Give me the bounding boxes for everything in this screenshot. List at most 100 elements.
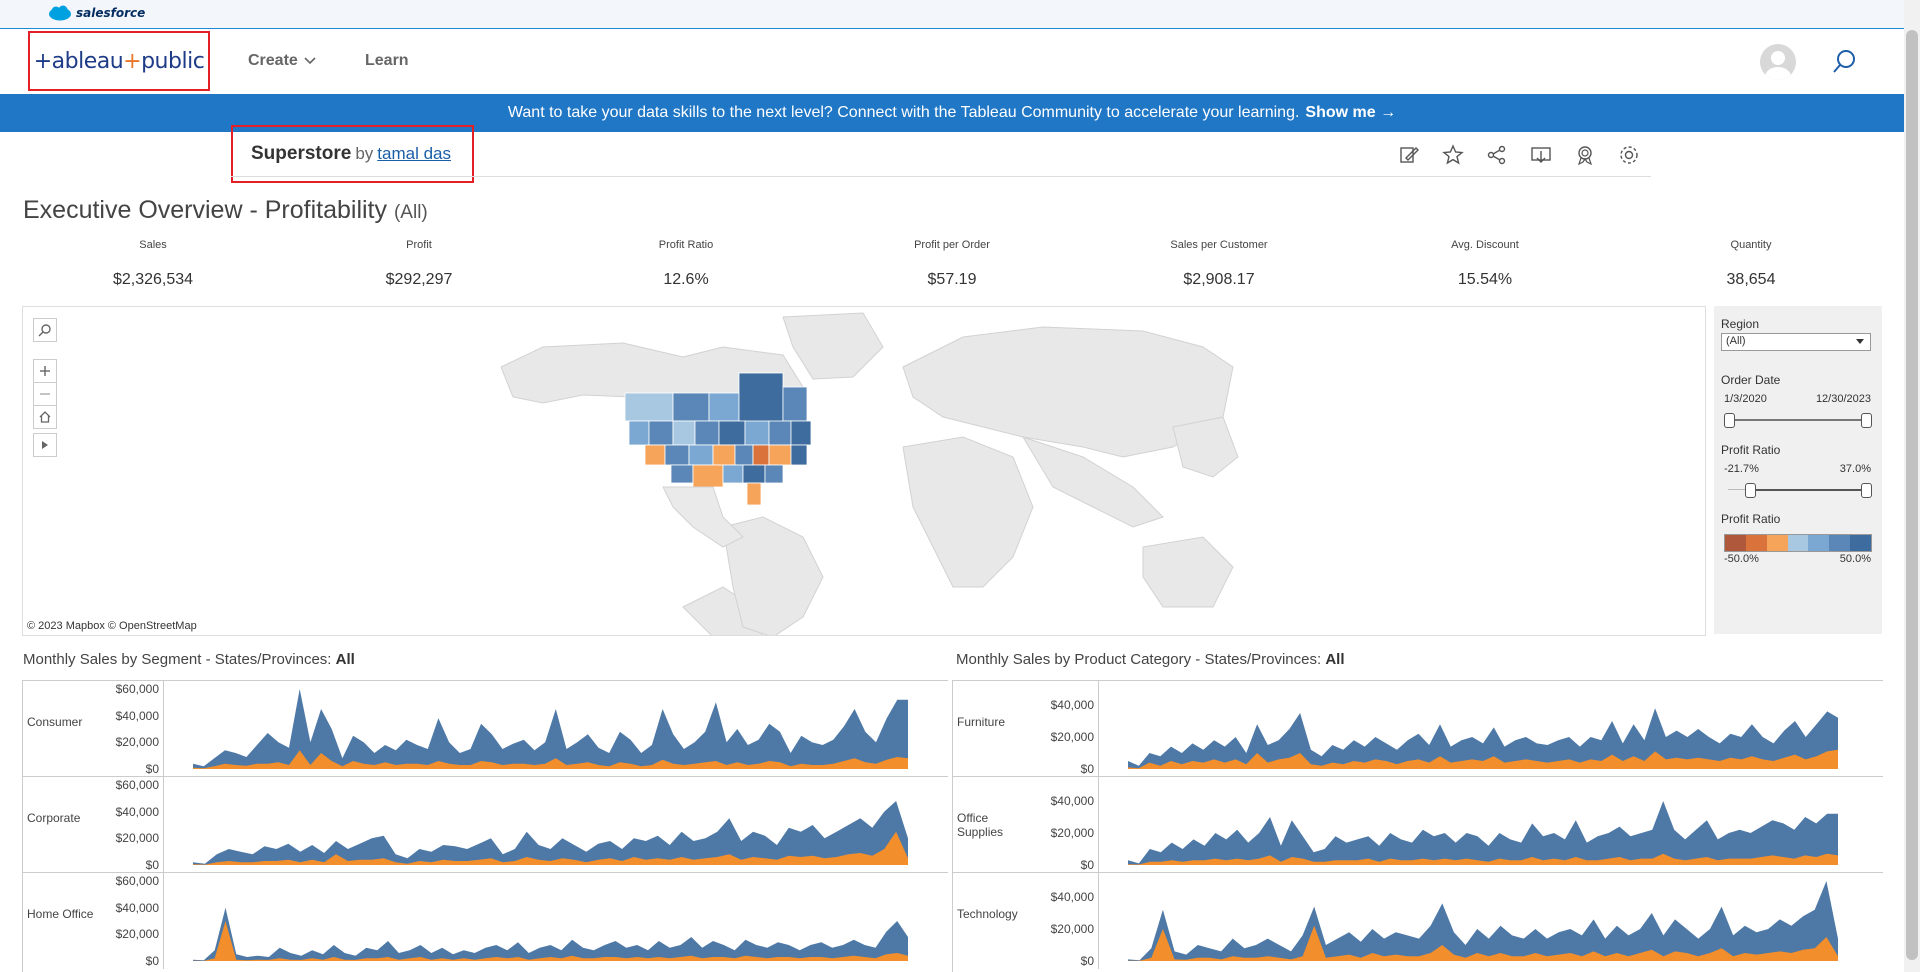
title-divider: [231, 176, 1651, 177]
region-select[interactable]: (All): [1721, 333, 1871, 351]
gear-icon[interactable]: [1618, 144, 1640, 166]
kpi-label: Profit per Order: [914, 239, 990, 251]
region-filter-label: Region: [1721, 317, 1760, 331]
profit-ratio-max-handle[interactable]: [1861, 483, 1872, 498]
area-chart-svg: [1128, 881, 1838, 961]
right-chart-title: Monthly Sales by Product Category - Stat…: [956, 651, 1345, 668]
order-date-slider-track[interactable]: [1728, 419, 1867, 421]
logo-text-1: +ableau: [33, 48, 124, 74]
y-tick-label: $40,000: [115, 708, 159, 723]
y-tick-label: $20,000: [1050, 730, 1094, 744]
chevron-down-icon: [304, 57, 316, 65]
viz-name: Superstore: [251, 143, 352, 164]
y-tick-label: $20,000: [1050, 826, 1094, 840]
chart-row-label: Corporate: [27, 811, 81, 825]
zoom-out-button[interactable]: [33, 382, 57, 406]
search-icon: [38, 324, 51, 337]
chart-panel: Technology $40,000 $20,000 $0: [953, 872, 1883, 969]
right-chart-title-text: Monthly Sales by Product Category - Stat…: [956, 651, 1322, 668]
y-tick-label: $60,000: [115, 874, 159, 888]
profit-ratio-slider-track[interactable]: [1750, 489, 1867, 491]
edit-icon[interactable]: [1398, 144, 1420, 166]
y-tick-label: $60,000: [115, 778, 159, 792]
world-map-graphic: [500, 312, 1239, 635]
y-tick-label: $60,000: [115, 682, 159, 696]
map-expand-button[interactable]: [33, 433, 57, 457]
share-icon[interactable]: [1486, 144, 1508, 166]
kpi-value: 38,654: [1726, 271, 1776, 288]
kpi-value: 15.54%: [1457, 271, 1513, 288]
salesforce-logo[interactable]: salesforce: [48, 5, 145, 21]
y-tick-label: $0: [145, 954, 159, 968]
right-chart-title-value: All: [1325, 651, 1345, 668]
profit-ratio-min-handle[interactable]: [1745, 483, 1756, 498]
sales-area[interactable]: [1128, 881, 1838, 961]
scrollbar-thumb[interactable]: [1906, 30, 1918, 960]
legend-max: 50.0%: [1839, 553, 1871, 565]
segment-sales-chart[interactable]: Consumer $60,000 $40,000 $20,000 $0 Corporate…: [22, 680, 948, 972]
profit-ratio-color-legend: [1724, 534, 1872, 552]
logo-text-2: public: [141, 48, 205, 74]
home-icon: [39, 411, 51, 423]
kpi-value: 12.6%: [663, 271, 709, 288]
logo-plus: +: [123, 48, 142, 74]
sales-area[interactable]: [1128, 801, 1838, 865]
zoom-in-button[interactable]: [33, 359, 57, 383]
y-tick-label: $20,000: [115, 927, 159, 942]
legend-swatch: [1745, 535, 1767, 551]
legend-swatch: [1850, 535, 1872, 551]
sales-area[interactable]: [193, 801, 908, 865]
salesforce-text: salesforce: [76, 6, 146, 20]
dropdown-arrow-icon: [1856, 339, 1864, 344]
legend-swatch: [1766, 535, 1788, 551]
avatar[interactable]: [1760, 44, 1796, 80]
banner-text: Want to take your data skills to the nex…: [507, 104, 1300, 121]
download-icon[interactable]: [1530, 144, 1552, 166]
y-tick-label: $40,000: [1050, 794, 1094, 808]
viz-author-link[interactable]: tamal das: [377, 144, 451, 163]
badge-icon[interactable]: [1574, 144, 1596, 166]
tableau-public-logo[interactable]: +ableau + public: [28, 31, 210, 91]
sales-area[interactable]: [193, 907, 908, 961]
chart-panel: Consumer $60,000 $40,000 $20,000 $0: [23, 680, 948, 777]
show-me-link[interactable]: Show me →: [1305, 104, 1396, 122]
profit-ratio-max: 37.0%: [1839, 463, 1871, 475]
area-chart-svg: [193, 689, 908, 769]
y-tick-label: $0: [1080, 954, 1094, 968]
y-tick-label: $0: [145, 762, 159, 776]
salesforce-bar: [0, 0, 1904, 29]
profitability-map[interactable]: [22, 306, 1706, 636]
kpi-label: Profit Ratio: [658, 239, 714, 251]
legend-swatch: [1725, 535, 1746, 551]
search-icon[interactable]: [1830, 48, 1858, 76]
nav-create-label: Create: [248, 52, 298, 69]
play-icon: [42, 441, 48, 449]
chart-row-label: Furniture: [957, 715, 1006, 729]
order-date-end: 12/30/2023: [1815, 393, 1871, 405]
category-sales-chart[interactable]: Furniture $40,000 $20,000 $0 Office Supplies…: [952, 680, 1883, 972]
area-chart-svg: [1128, 708, 1838, 769]
chart-row-label: Office Supplies: [957, 811, 1004, 839]
order-date-max-handle[interactable]: [1861, 413, 1872, 428]
nav-create[interactable]: Create: [248, 52, 316, 70]
area-chart-svg: [193, 907, 908, 961]
area-chart-svg: [193, 801, 908, 865]
nav-learn[interactable]: Learn: [365, 52, 409, 70]
star-icon[interactable]: [1442, 144, 1464, 166]
y-tick-label: $40,000: [1050, 890, 1094, 904]
order-date-min-handle[interactable]: [1724, 413, 1735, 428]
dashboard-title-text: Executive Overview - Profitability: [23, 196, 388, 224]
map-search-button[interactable]: [33, 318, 57, 342]
chart-row-label: Consumer: [27, 715, 83, 729]
y-tick-label: $0: [1080, 762, 1094, 776]
y-axis-line: [163, 681, 164, 777]
salesforce-cloud-icon: [49, 5, 71, 21]
map-home-button[interactable]: [33, 405, 57, 429]
left-chart-title: Monthly Sales by Segment - States/Provin…: [23, 651, 355, 668]
y-tick-label: $40,000: [115, 900, 159, 915]
y-tick-label: $20,000: [115, 831, 159, 846]
profit-ratio-legend-label: Profit Ratio: [1721, 512, 1781, 526]
kpi-label: Quantity: [1730, 239, 1772, 251]
legend-swatch: [1787, 535, 1809, 551]
kpi-label: Sales per Customer: [1170, 239, 1268, 251]
